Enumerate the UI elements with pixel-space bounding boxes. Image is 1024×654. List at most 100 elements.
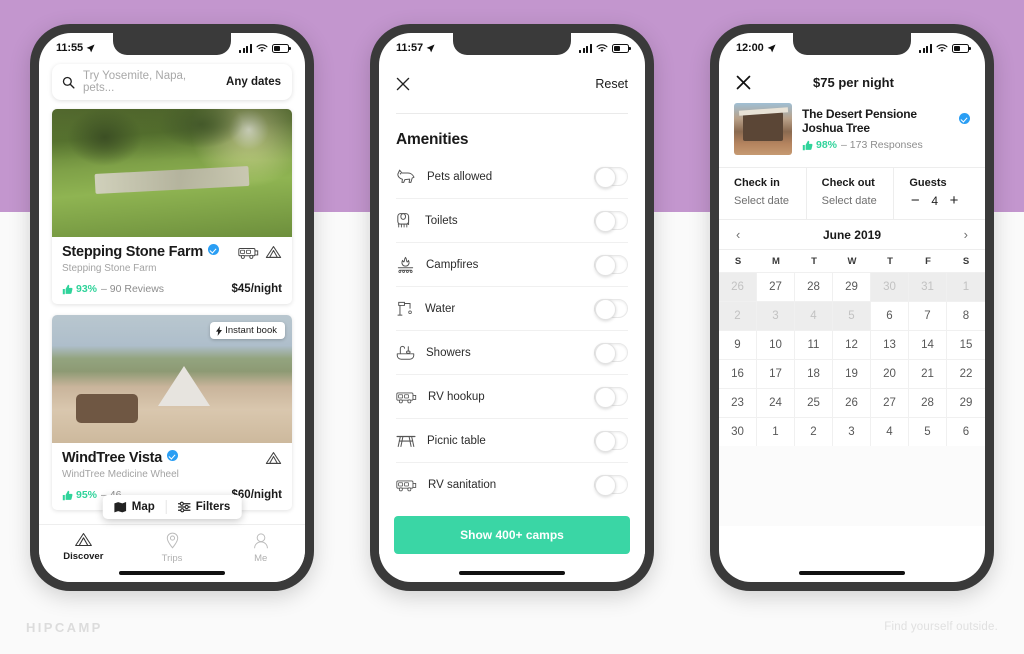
- battery-icon: [952, 43, 971, 53]
- home-indicator: [799, 570, 905, 575]
- amenities-list: Pets allowed Toilets Campfires Water Sho: [379, 155, 645, 507]
- guests-decrement-button[interactable]: −: [909, 193, 921, 208]
- amenity-label: Picnic table: [427, 434, 486, 447]
- calendar-day-cell[interactable]: 22: [947, 359, 985, 388]
- calendar-day-cell[interactable]: 9: [719, 330, 757, 359]
- calendar-day-cell: 31: [909, 272, 947, 301]
- search-input[interactable]: Try Yosemite, Napa, pets...: [83, 70, 218, 94]
- phone-filters: 11:57 Reset Amenities Pets allowed Toile…: [370, 24, 654, 591]
- amenity-row-rv-sanitation[interactable]: RV sanitation: [396, 463, 628, 507]
- booking-listing-summary[interactable]: The Desert Pensione Joshua Tree 98% – 17…: [719, 97, 985, 167]
- status-indicators: [579, 43, 631, 53]
- battery-icon: [272, 43, 291, 53]
- listing-subtitle: Stepping Stone Farm: [62, 263, 157, 274]
- search-icon: [62, 76, 75, 89]
- amenity-row-pets-allowed[interactable]: Pets allowed: [396, 155, 628, 199]
- filters-button[interactable]: Filters: [167, 495, 242, 519]
- amenity-toggle[interactable]: [594, 255, 628, 276]
- guests-increment-button[interactable]: +: [948, 193, 960, 208]
- calendar-day-cell[interactable]: 1: [757, 417, 795, 446]
- calendar-day-cell[interactable]: 23: [719, 388, 757, 417]
- calendar-day-cell[interactable]: 25: [795, 388, 833, 417]
- calendar-header: ‹ June 2019 ›: [719, 220, 985, 250]
- calendar-day-cell[interactable]: 6: [871, 301, 909, 330]
- amenity-row-campfires[interactable]: Campfires: [396, 243, 628, 287]
- map-button[interactable]: Map: [103, 495, 166, 519]
- amenity-row-showers[interactable]: Showers: [396, 331, 628, 375]
- checkin-field[interactable]: Check in Select date: [719, 168, 806, 219]
- calendar-day-cell[interactable]: 24: [757, 388, 795, 417]
- calendar-day-cell[interactable]: 4: [871, 417, 909, 446]
- wifi-icon: [256, 43, 268, 52]
- amenity-toggle[interactable]: [594, 475, 628, 496]
- tab-trips[interactable]: Trips: [128, 532, 217, 564]
- wifi-icon: [936, 43, 948, 52]
- battery-icon: [612, 43, 631, 53]
- amenity-row-picnic-table[interactable]: Picnic table: [396, 419, 628, 463]
- amenity-toggle[interactable]: [594, 343, 628, 364]
- checkout-label: Check out: [821, 177, 875, 189]
- toilet-paper-icon: [397, 213, 410, 228]
- calendar-day-cell[interactable]: 18: [795, 359, 833, 388]
- checkin-value: Select date: [734, 195, 790, 207]
- calendar-day-cell[interactable]: 2: [795, 417, 833, 446]
- calendar-day-cell[interactable]: 16: [719, 359, 757, 388]
- calendar-day-cell[interactable]: 29: [833, 272, 871, 301]
- show-camps-button[interactable]: Show 400+ camps: [394, 516, 630, 554]
- search-bar[interactable]: Try Yosemite, Napa, pets... Any dates: [52, 64, 292, 100]
- calendar-day-cell[interactable]: 27: [871, 388, 909, 417]
- amenity-row-water[interactable]: Water: [396, 287, 628, 331]
- any-dates-button[interactable]: Any dates: [226, 76, 281, 88]
- lightning-bolt-icon: [216, 325, 223, 336]
- checkout-field[interactable]: Check out Select date: [805, 168, 894, 219]
- wifi-icon: [596, 43, 608, 52]
- calendar-day-cell[interactable]: 8: [947, 301, 985, 330]
- calendar-day-cell[interactable]: 12: [833, 330, 871, 359]
- calendar-day-cell[interactable]: 11: [795, 330, 833, 359]
- amenity-row-toilets[interactable]: Toilets: [396, 199, 628, 243]
- calendar-day-cell[interactable]: 27: [757, 272, 795, 301]
- tab-discover[interactable]: Discover: [39, 532, 128, 562]
- amenity-toggle[interactable]: [594, 167, 628, 188]
- calendar-day-cell[interactable]: 10: [757, 330, 795, 359]
- status-indicators: [239, 43, 291, 53]
- tab-trips-label: Trips: [161, 553, 183, 564]
- calendar-day-cell[interactable]: 14: [909, 330, 947, 359]
- amenity-toggle[interactable]: [594, 387, 628, 408]
- listing-card[interactable]: Stepping Stone Farm Stepping Stone Farm …: [52, 109, 292, 304]
- cellular-bars-icon: [919, 43, 932, 53]
- listing-card[interactable]: Instant book WindTree Vista WindTree Med…: [52, 315, 292, 510]
- calendar-day-cell[interactable]: 30: [719, 417, 757, 446]
- calendar-day-cell[interactable]: 7: [909, 301, 947, 330]
- calendar-day-cell: 1: [947, 272, 985, 301]
- status-time: 11:57: [396, 42, 424, 54]
- calendar-day-cell[interactable]: 20: [871, 359, 909, 388]
- phone-discover: 11:55 Try Yosemite, Napa, pets... Any da…: [30, 24, 314, 591]
- close-x-icon[interactable]: [396, 77, 410, 91]
- calendar-day-cell[interactable]: 3: [833, 417, 871, 446]
- calendar-day-cell[interactable]: 17: [757, 359, 795, 388]
- listing-type-icons: [265, 451, 282, 465]
- calendar-day-cell[interactable]: 26: [833, 388, 871, 417]
- chevron-left-icon[interactable]: ‹: [736, 227, 740, 242]
- calendar-day-cell[interactable]: 5: [909, 417, 947, 446]
- amenity-row-rv-hookup[interactable]: RV hookup: [396, 375, 628, 419]
- amenity-toggle[interactable]: [594, 211, 628, 232]
- filters-button-label: Filters: [195, 501, 231, 513]
- calendar-day-cell[interactable]: 28: [795, 272, 833, 301]
- rv-icon: [238, 247, 259, 259]
- calendar-day-cell[interactable]: 19: [833, 359, 871, 388]
- tab-me[interactable]: Me: [216, 532, 305, 564]
- calendar-day-cell[interactable]: 21: [909, 359, 947, 388]
- calendar-day-cell[interactable]: 28: [909, 388, 947, 417]
- calendar-bottom-space: [719, 446, 985, 526]
- chevron-right-icon[interactable]: ›: [964, 227, 968, 242]
- calendar-day-cell[interactable]: 13: [871, 330, 909, 359]
- amenity-toggle[interactable]: [594, 431, 628, 452]
- calendar-day-cell[interactable]: 6: [947, 417, 985, 446]
- amenity-toggle[interactable]: [594, 299, 628, 320]
- calendar-day-cell[interactable]: 15: [947, 330, 985, 359]
- calendar-day-cell[interactable]: 29: [947, 388, 985, 417]
- rating-percent: 95%: [76, 489, 98, 501]
- reset-button[interactable]: Reset: [595, 77, 628, 91]
